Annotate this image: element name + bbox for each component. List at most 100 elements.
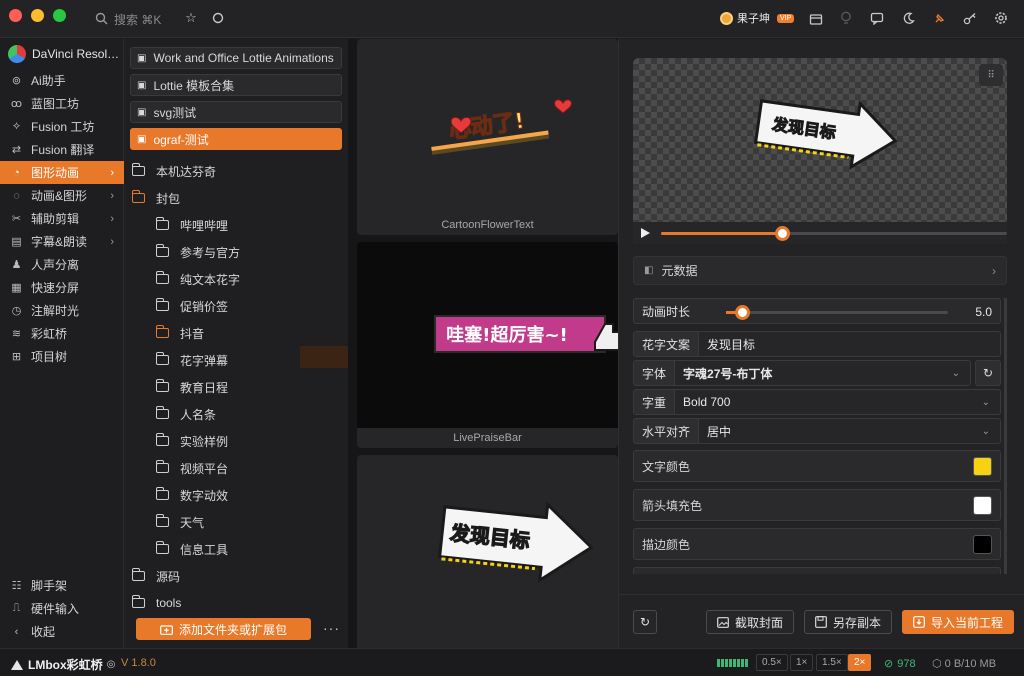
drag-handle-icon[interactable]: ⠿ (979, 64, 1003, 86)
stroke-color-label: 描边颜色 (642, 537, 691, 552)
sidebar-bottom-item[interactable]: ‹ 收起 (0, 620, 124, 643)
sidebar-item[interactable]: ◔ 图形动画 › (0, 161, 124, 184)
folder-row[interactable]: 本机达芬奇 (131, 162, 216, 180)
align-row: 水平对齐 居中 ⌄ (633, 418, 1001, 444)
folder-row[interactable]: tools (131, 594, 181, 612)
template-card[interactable]: 发现目标 (357, 455, 618, 648)
sidebar-item[interactable]: ≋ 彩虹桥 (0, 322, 124, 345)
folder-row[interactable]: 封包 (131, 189, 180, 207)
folder-row[interactable]: 信息工具 (155, 540, 228, 558)
reset-button[interactable]: ↻ (633, 610, 658, 634)
close-window-button[interactable] (9, 9, 22, 22)
metadata-label: 元数据 (661, 264, 698, 278)
font-weight-select[interactable]: Bold 700 ⌄ (675, 389, 1001, 415)
text-content-input[interactable]: 发现目标 (699, 331, 1001, 357)
zoom-button[interactable]: 0.5× (756, 654, 788, 671)
duration-slider[interactable] (726, 305, 948, 320)
app-selector[interactable]: DaVinci Resol… (8, 45, 119, 63)
template-card[interactable]: 心动了! CartoonFlowerText (357, 39, 618, 235)
lightbulb-icon[interactable] (838, 10, 854, 26)
stroke-color-swatch[interactable] (973, 535, 992, 554)
text-color-label: 文字颜色 (642, 459, 691, 474)
capture-cover-button[interactable]: 截取封面 (706, 610, 795, 634)
sidebar-item[interactable]: ◌ 动画&图形 › (0, 184, 124, 207)
sidebar-item[interactable]: ⇄ Fusion 翻译 (0, 138, 124, 161)
folder-row[interactable]: 天气 (155, 513, 204, 531)
moon-icon[interactable] (900, 10, 916, 26)
store-icon[interactable] (808, 10, 824, 26)
user-account[interactable]: 果子坤 VIP (720, 10, 795, 26)
user-name: 果子坤 (737, 13, 770, 25)
add-folder-label: 添加文件夹或扩展包 (178, 622, 287, 637)
search-icon[interactable] (93, 10, 109, 26)
arrow-fill-row[interactable]: 箭头填充色 (633, 489, 1001, 521)
folder-row[interactable]: 视频平台 (155, 459, 228, 477)
add-folder-or-pack-button[interactable]: 添加文件夹或扩展包 (136, 618, 311, 640)
collection-chip[interactable]: ▣ ograf-测试 (130, 128, 342, 150)
more-options-button[interactable]: ··· (323, 620, 340, 636)
sidebar-item[interactable]: ꝏ 蓝图工坊 (0, 92, 124, 115)
folder-row[interactable]: 数字动效 (155, 486, 229, 504)
zoom-button[interactable]: 1.5× (816, 654, 848, 671)
arrow-fill-swatch[interactable] (973, 496, 992, 515)
template-card[interactable]: 哇塞!超厉害~! LivePraiseBar (357, 242, 618, 448)
preview-canvas[interactable]: 发现目标 ⠿ (633, 58, 1007, 244)
collection-chip[interactable]: ▣ svg测试 (130, 101, 342, 123)
folder-row[interactable]: 人名条 (155, 405, 216, 423)
save-copy-button[interactable]: 另存副本 (804, 610, 893, 634)
sidebar-item[interactable]: ⊚ Ai助手 (0, 69, 124, 92)
chat-icon[interactable] (869, 10, 885, 26)
playback-progress[interactable] (661, 226, 1007, 241)
folder-row[interactable]: 抖音 (155, 324, 204, 342)
props-scrollbar[interactable] (1004, 298, 1007, 574)
folder-row[interactable]: 纯文本花字 (155, 270, 240, 288)
folder-label: 数字动效 (180, 488, 229, 503)
folder-row[interactable]: 参考与官方 (155, 243, 240, 261)
collection-chip[interactable]: ▣ Lottie 模板合集 (130, 74, 342, 96)
duration-slider-knob[interactable] (734, 305, 750, 320)
pin-icon[interactable] (931, 10, 947, 26)
folder-row[interactable]: 促销价签 (155, 297, 228, 315)
import-project-label: 导入当前工程 (931, 615, 1004, 630)
zoom-button[interactable]: 1× (790, 654, 814, 671)
chevron-right-icon: › (992, 263, 996, 278)
sidebar-bottom-item[interactable]: ⎍ 硬件输入 (0, 597, 124, 620)
font-select[interactable]: 字魂27号-布丁体 ⌄ (675, 360, 971, 386)
font-refresh-button[interactable]: ↻ (975, 360, 1001, 386)
sidebar-item[interactable]: ⊞ 项目树 (0, 345, 124, 368)
zoom-button[interactable]: 2× (848, 654, 872, 671)
folder-row[interactable]: 哔哩哔哩 (155, 216, 228, 234)
zoom-window-button[interactable] (53, 9, 66, 22)
key-icon[interactable] (962, 10, 978, 26)
sidebar-item[interactable]: ⟡ Fusion 工坊 (0, 115, 124, 138)
folder-row[interactable]: 实验样例 (155, 432, 228, 450)
folder-row[interactable]: 教育日程 (155, 378, 228, 396)
coin-balance[interactable]: ⊘ 978 (884, 657, 916, 671)
stroke-color-row[interactable]: 描边颜色 (633, 528, 1001, 560)
sidebar-item[interactable]: ◷ 注解时光 (0, 299, 124, 322)
chevron-right-icon: › (110, 166, 114, 179)
settings-gear-icon[interactable] (993, 10, 1009, 26)
metadata-section[interactable]: ◧ 元数据 › (633, 256, 1007, 285)
folder-row[interactable]: 花字弹幕 (155, 351, 228, 369)
minimize-window-button[interactable] (31, 9, 44, 22)
sidebar-item[interactable]: ♟ 人声分离 (0, 253, 124, 276)
star-icon[interactable]: ☆ (183, 10, 199, 26)
folder-row[interactable]: 源码 (131, 567, 180, 585)
play-icon[interactable] (641, 228, 650, 238)
import-project-button[interactable]: 导入当前工程 (902, 610, 1015, 634)
sidebar-bottom-item[interactable]: ☷ 脚手架 (0, 574, 124, 597)
collection-chip[interactable]: ▣ Work and Office Lottie Animations (130, 47, 342, 69)
playback-scrubber[interactable] (775, 226, 791, 241)
circle-icon[interactable] (210, 10, 226, 26)
search-input[interactable]: 搜索 ⌘K (114, 11, 161, 28)
text-color-row[interactable]: 文字颜色 (633, 450, 1001, 482)
sidebar-item[interactable]: ▦ 快速分屏 (0, 276, 124, 299)
text-color-swatch[interactable] (973, 457, 992, 476)
sidebar-item[interactable]: ✂ 辅助剪辑 › (0, 207, 124, 230)
rainbow-icon: ≋ (11, 328, 22, 340)
sidebar-item[interactable]: ▤ 字幕&朗读 › (0, 230, 124, 253)
folder-icon: ▣ (137, 106, 147, 118)
align-select[interactable]: 居中 ⌄ (699, 418, 1001, 444)
folder-icon: ▣ (137, 79, 147, 91)
